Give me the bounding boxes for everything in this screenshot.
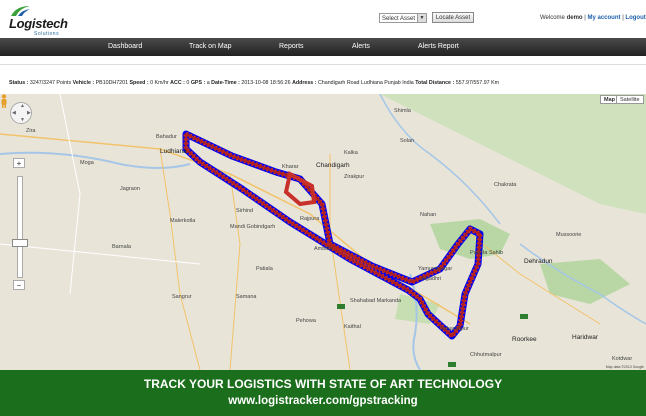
acc-value: 0 <box>186 80 190 86</box>
map-label: Malerkotla <box>170 218 196 224</box>
locate-asset-button[interactable]: Locate Asset <box>432 12 474 23</box>
map-label: Pehowa <box>296 318 316 324</box>
map-label: Kalka <box>344 150 358 156</box>
banner-headline: TRACK YOUR LOGISTICS WITH STATE OF ART T… <box>143 377 503 391</box>
map-label: Shahabad Markanda <box>350 298 402 304</box>
asset-select-value: Select Asset <box>382 16 416 22</box>
pan-right-icon[interactable]: ▶ <box>27 110 31 116</box>
logo-subtitle: Solutions <box>34 31 60 37</box>
datetime-value: 2013-10-08 18:56:26 <box>241 80 291 86</box>
map-label: Mandi Gobindgarh <box>230 224 276 230</box>
gps-value: a <box>206 80 210 86</box>
map-label: Shimla <box>394 108 411 114</box>
vehicle-value: PB10DH7201 <box>95 80 129 86</box>
zoom-slider-track[interactable] <box>17 176 23 278</box>
map-canvas[interactable]: Ludhiana Chandigarh Dehradun Roorkee Har… <box>0 94 646 370</box>
address-value: Chandigarh Road Ludhiana Punjab India <box>317 80 414 86</box>
zoom-slider-thumb[interactable] <box>12 239 28 247</box>
header: Logistech Solutions Select Asset ▼ Locat… <box>0 0 646 38</box>
nav-reports[interactable]: Reports <box>279 38 304 56</box>
status-label: Status : <box>9 80 29 86</box>
pan-left-icon[interactable]: ◀ <box>12 110 16 116</box>
zoom-out-button[interactable]: − <box>13 280 25 290</box>
user-links: Welcome demo | My account | Logout <box>540 15 646 21</box>
map-label: Ludhiana <box>160 148 187 155</box>
map-label: Sirhind <box>236 208 254 214</box>
map-label: Jagraon <box>120 186 140 192</box>
pegman-icon[interactable] <box>0 94 8 108</box>
separator: | <box>622 15 624 21</box>
gps-label: GPS : <box>190 80 206 86</box>
map-base <box>0 94 646 370</box>
pan-down-icon[interactable]: ▼ <box>20 117 25 123</box>
main-nav: Dashboard Track on Map Reports Alerts Al… <box>0 38 646 56</box>
map-label: Chakrata <box>494 182 517 188</box>
vehicle-label: Vehicle : <box>72 80 95 86</box>
status-value: 3247/3247 Points <box>29 80 72 86</box>
map-label: Patiala <box>256 266 273 272</box>
banner-url[interactable]: www.logistracker.com/gpstracking <box>0 395 646 407</box>
map-label: Jagadhri <box>420 276 442 282</box>
speed-label: Speed : <box>129 80 149 86</box>
map-label: Ambala <box>314 246 333 252</box>
logo-text: Logistech <box>9 16 68 31</box>
map-label: Kharar <box>282 164 299 170</box>
pan-up-icon[interactable]: ▲ <box>20 103 25 109</box>
map-copyright: Map data ©2013 Google <box>605 365 644 369</box>
my-account-link[interactable]: My account <box>588 15 621 21</box>
map-label: Zira <box>26 128 36 134</box>
map-label: Moga <box>80 160 94 166</box>
map-label: Zirakpur <box>344 174 365 180</box>
separator: | <box>584 15 586 21</box>
map-label: Roorkee <box>512 336 537 343</box>
map-label: Haridwar <box>572 334 599 341</box>
distance-value: 557.97/557.97 Km <box>455 80 500 86</box>
map-label: Paonta Sahib <box>470 250 504 256</box>
promo-banner: TRACK YOUR LOGISTICS WITH STATE OF ART T… <box>0 370 646 416</box>
map-label: Dehradun <box>524 258 553 265</box>
map-label: Sangrur <box>172 294 192 300</box>
map-label: Kotdwar <box>612 356 633 362</box>
map-label: Yamunanagar <box>418 266 453 272</box>
map-label: Saharanpur <box>440 326 469 332</box>
map-label: Mussoorie <box>556 232 582 238</box>
chevron-down-icon: ▼ <box>417 14 426 22</box>
map-label: Kaithal <box>344 324 361 330</box>
nav-alerts[interactable]: Alerts <box>352 38 370 56</box>
logout-link[interactable]: Logout <box>625 15 645 21</box>
status-line: Status : 3247/3247 Points Vehicle : PB10… <box>9 80 499 86</box>
map-label: Bahadur <box>156 134 177 140</box>
map-label: Chandigarh <box>316 162 350 169</box>
zoom-in-button[interactable]: + <box>13 158 25 168</box>
map-label: Solan <box>400 138 415 144</box>
asset-select[interactable]: Select Asset ▼ <box>379 13 427 23</box>
map-label: Chhutmalpur <box>470 352 502 358</box>
map-label: Samana <box>236 294 257 300</box>
address-label: Address : <box>292 80 317 86</box>
distance-label: Total Distance : <box>415 80 455 86</box>
welcome-label: Welcome <box>540 15 565 21</box>
nav-alerts-report[interactable]: Alerts Report <box>418 38 459 56</box>
map-label: Rajpura <box>300 216 320 222</box>
acc-label: ACC : <box>170 80 185 86</box>
pan-control[interactable]: ▲ ▼ ◀ ▶ <box>10 102 32 124</box>
datetime-label: Date-Time : <box>211 80 240 86</box>
logo[interactable]: Logistech Solutions <box>6 4 76 37</box>
user-name: demo <box>566 15 583 21</box>
nav-track-on-map[interactable]: Track on Map <box>189 38 232 56</box>
map-label: Nahan <box>420 212 437 218</box>
speed-value: 0 Km/hr <box>150 80 169 86</box>
map-label: Barnala <box>112 244 131 250</box>
map-type-satellite-button[interactable]: Satellite <box>616 95 644 104</box>
status-bar: Status : 3247/3247 Points Vehicle : PB10… <box>0 64 646 96</box>
nav-dashboard[interactable]: Dashboard <box>108 38 142 56</box>
